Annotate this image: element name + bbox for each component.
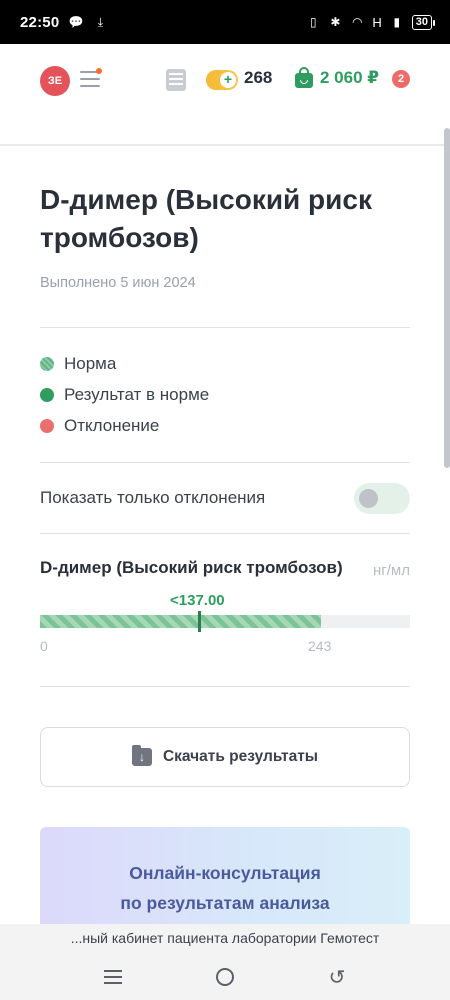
analyte-name: D-димер (Высокий риск тромбозов) (40, 558, 343, 577)
browser-page-title: ...ный кабинет пациента лаборатории Гемо… (70, 930, 380, 946)
result-value: <137.00 (170, 592, 225, 609)
deviation-dot-icon (40, 418, 54, 433)
consultation-line-1: Онлайн-консультация (129, 863, 321, 883)
toggle-knob (359, 488, 378, 508)
divider (40, 686, 410, 687)
legend-label: Отклонение (64, 415, 160, 435)
wifi-icon: ◠ (352, 15, 363, 29)
legend: Норма Результат в норме Отклонение (40, 348, 410, 441)
system-nav-bar: ↺ (0, 954, 450, 1000)
coins-plus-icon[interactable] (206, 70, 238, 90)
cart-count-badge[interactable]: 2 (392, 70, 410, 88)
balance-amount[interactable]: 2 060 ₽ (320, 68, 379, 88)
coins-count[interactable]: 268 (244, 68, 272, 88)
legend-item-deviation: Отклонение (40, 410, 410, 441)
range-min-label: 0 (40, 638, 48, 654)
range-max-label: 243 (308, 638, 332, 654)
result-item[interactable]: D-димер (Высокий риск тромбозов) нг/мл <… (40, 534, 410, 686)
completed-date: Выполнено 5 июн 2024 (40, 275, 196, 291)
status-bar: 22:50 💬 ⤓ ▯ ✱ ◠ H ▮ 30 (0, 0, 450, 44)
deviations-filter-label: Показать только отклонения (40, 488, 266, 507)
download-results-button[interactable]: Скачать результаты (40, 727, 410, 787)
bluetooth-icon: ✱ (330, 15, 341, 29)
menu-icon[interactable] (80, 68, 102, 91)
status-time: 22:50 (20, 13, 60, 31)
legend-label: Результат в норме (64, 384, 210, 404)
notification-dot (96, 68, 102, 74)
page-title: D-димер (Высокий риск тромбозов) (40, 184, 372, 253)
browser-title-bar: ...ный кабинет пациента лаборатории Гемо… (0, 924, 450, 954)
message-icon: 💬 (68, 15, 84, 29)
avatar[interactable]: ЗЕ (40, 66, 70, 96)
scrollbar-thumb[interactable] (444, 128, 450, 468)
signal-icon: ▮ (393, 15, 401, 29)
download-notification-icon: ⤓ (97, 14, 104, 29)
recent-apps-icon[interactable] (98, 962, 128, 992)
range-bar-norm (40, 615, 321, 628)
download-folder-icon (131, 745, 152, 766)
home-icon[interactable] (210, 962, 240, 992)
analyte-unit: нг/мл (373, 562, 410, 579)
back-icon[interactable]: ↺ (322, 962, 352, 992)
vibrate-icon: ▯ (310, 15, 317, 29)
battery-icon: 30 (411, 14, 436, 30)
deviations-only-toggle[interactable] (354, 482, 410, 514)
download-label: Скачать результаты (162, 748, 319, 765)
wallet-bag-icon[interactable] (295, 67, 313, 88)
app-header: ЗЕ 268 2 060 ₽ 2 (0, 44, 450, 146)
list-icon[interactable] (166, 69, 186, 91)
network-type: H (372, 14, 382, 30)
legend-label: Норма (64, 353, 117, 373)
norm-pattern-icon (40, 356, 54, 371)
result-marker (198, 611, 201, 632)
consultation-line-2: по результатам анализа (120, 893, 330, 913)
main-content: D-димер (Высокий риск тромбозов) Выполне… (40, 146, 410, 947)
divider (40, 327, 410, 328)
normal-dot-icon (40, 387, 54, 402)
legend-item-norm: Норма (40, 348, 410, 379)
deviations-filter-row: Показать только отклонения (40, 463, 410, 533)
legend-item-result-normal: Результат в норме (40, 379, 410, 410)
